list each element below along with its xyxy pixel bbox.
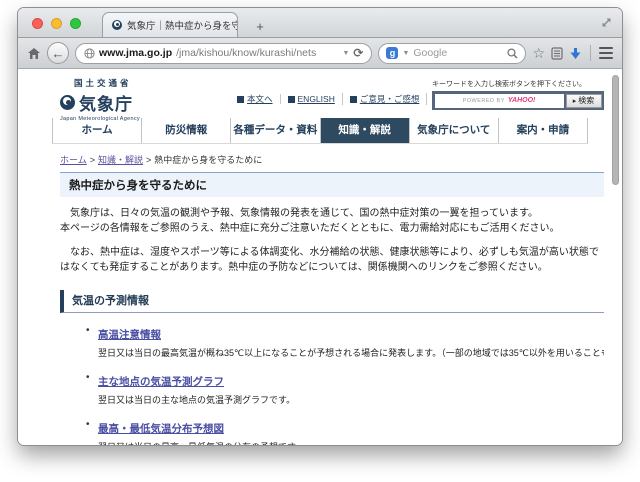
utility-link-english[interactable]: ENGLISH (279, 94, 342, 104)
site-search-button[interactable]: 検索 (565, 93, 602, 108)
magnifier-icon[interactable] (507, 47, 518, 59)
utility-link-feedback[interactable]: ご意見・ご感想 (341, 93, 427, 105)
scrollbar-thumb[interactable] (612, 75, 619, 185)
url-dropdown-icon[interactable]: ▼ (342, 50, 349, 57)
breadcrumb: ホーム > 知識・解説 > 熱中症から身を守るために (60, 155, 263, 165)
search-engine-dropdown-icon[interactable]: ▼ (402, 50, 409, 57)
list-item: 最高・最低気温分布予想図 翌日又は当日の最高・最低気温の分布の予想です。 (86, 419, 604, 445)
menu-icon[interactable] (599, 46, 613, 60)
jma-logo-icon (60, 95, 75, 110)
link-temp-forecast-graph[interactable]: 主な地点の気温予測グラフ (98, 376, 224, 388)
back-button[interactable]: ← (47, 42, 69, 64)
site-search-input[interactable]: POWERED BY YAHOO! (434, 93, 564, 108)
site-search-caption: キーワードを入力し検索ボタンを押下ください。 (432, 81, 586, 88)
reload-icon[interactable]: ⟳ (353, 46, 363, 60)
breadcrumb-section-link[interactable]: 知識・解説 (98, 155, 143, 165)
ministry-name: 国土交通省 (74, 78, 132, 88)
list-item: 高温注意情報 翌日又は当日の最高気温が概ね35℃以上になることが予想される場合に… (86, 325, 604, 359)
breadcrumb-home-link[interactable]: ホーム (60, 155, 87, 165)
fullscreen-icon[interactable] (600, 16, 613, 29)
square-bullet-icon (237, 95, 244, 103)
browser-window: 気象庁｜熱中症から身を守... + ← www.jma.go.jp /jma/k… (18, 8, 622, 445)
tab-title: 気象庁｜熱中症から身を守... (127, 21, 238, 32)
page-title: 熱中症から身を守るために (60, 172, 604, 197)
home-icon[interactable] (27, 47, 41, 60)
nav-item-disaster-info[interactable]: 防災情報 (141, 118, 230, 143)
window-controls (32, 18, 81, 29)
search-bar[interactable]: g ▼ Google (378, 42, 527, 64)
close-window-button[interactable] (32, 18, 43, 29)
search-engine-icon: g (386, 47, 399, 59)
tab-strip: 気象庁｜熱中症から身を守... + (18, 8, 622, 38)
utility-link-main-text[interactable]: 本文へ (230, 93, 280, 105)
url-domain: www.jma.go.jp (99, 47, 173, 59)
nav-item-data-documents[interactable]: 各種データ・資料 (230, 118, 319, 143)
browser-toolbar: ← www.jma.go.jp /jma/kishou/know/kurashi… (18, 38, 622, 69)
nav-item-knowledge[interactable]: 知識・解説 (319, 118, 409, 143)
globe-icon (84, 47, 95, 59)
tab-favicon (112, 20, 122, 30)
nav-item-about-jma[interactable]: 気象庁について (408, 118, 498, 143)
link-high-temp-warning[interactable]: 高温注意情報 (98, 329, 161, 341)
link-description: 翌日又は当日の最高気温が概ね35℃以上になることが予想される場合に発表します。（… (98, 348, 604, 358)
note-paragraph: なお、熱中症は、湿度やスポーツ等による体調変化、水分補給の状態、健康状態等により… (60, 247, 599, 273)
breadcrumb-current: 熱中症から身を守るために (154, 155, 263, 165)
new-tab-button[interactable]: + (250, 19, 270, 34)
nav-item-guide-application[interactable]: 案内・申請 (497, 118, 589, 143)
list-item: 主な地点の気温予測グラフ 翌日又は当日の主な地点の気温予測グラフです。 (86, 372, 604, 406)
site-header: 国土交通省 気象庁 Japan Meteorological Agency 本文… (18, 69, 622, 122)
minimize-window-button[interactable] (51, 18, 62, 29)
link-max-min-temp-map[interactable]: 最高・最低気温分布予想図 (98, 423, 224, 435)
agency-name: 気象庁 (79, 95, 133, 114)
page-content: 国土交通省 気象庁 Japan Meteorological Agency 本文… (18, 69, 622, 445)
jma-logo[interactable]: 国土交通省 気象庁 Japan Meteorological Agency (60, 77, 140, 122)
bookmark-star-icon[interactable]: ☆ (532, 45, 545, 62)
main-area: ホーム > 知識・解説 > 熱中症から身を守るために 熱中症から身を守るために 気象庁は… (18, 144, 622, 445)
agency-name-en: Japan Meteorological Agency (60, 116, 140, 122)
powered-by-label: POWERED BY (462, 97, 505, 104)
search-placeholder: Google (413, 47, 448, 59)
section-title: 気温の予測情報 (60, 290, 604, 313)
square-bullet-icon (287, 95, 295, 103)
bookmarks-menu-icon[interactable] (551, 46, 563, 60)
yahoo-logo: YAHOO! (507, 97, 536, 104)
url-path: /jma/kishou/know/kurashi/nets (176, 47, 317, 59)
link-description: 翌日又は当日の主な地点の気温予測グラフです。 (98, 395, 296, 405)
site-search-area: キーワードを入力し検索ボタンを押下ください。 POWERED BY YAHOO!… (432, 79, 604, 110)
link-description: 翌日又は当日の最高・最低気温の分布の予想です。 (98, 440, 604, 445)
intro-paragraph: 気象庁は、日々の気温の観測や予報、気象情報の発表を通じて、国の熱中症対策の一翼を… (60, 208, 560, 234)
url-bar[interactable]: www.jma.go.jp /jma/kishou/know/kurashi/n… (75, 42, 373, 64)
downloads-icon[interactable] (569, 47, 582, 60)
zoom-window-button[interactable] (70, 18, 81, 29)
browser-tab[interactable]: 気象庁｜熱中症から身を守... (102, 12, 238, 37)
toolbar-divider (590, 45, 591, 61)
square-bullet-icon (349, 95, 357, 103)
info-link-list: 高温注意情報 翌日又は当日の最高気温が概ね35℃以上になることが予想される場合に… (86, 325, 604, 445)
